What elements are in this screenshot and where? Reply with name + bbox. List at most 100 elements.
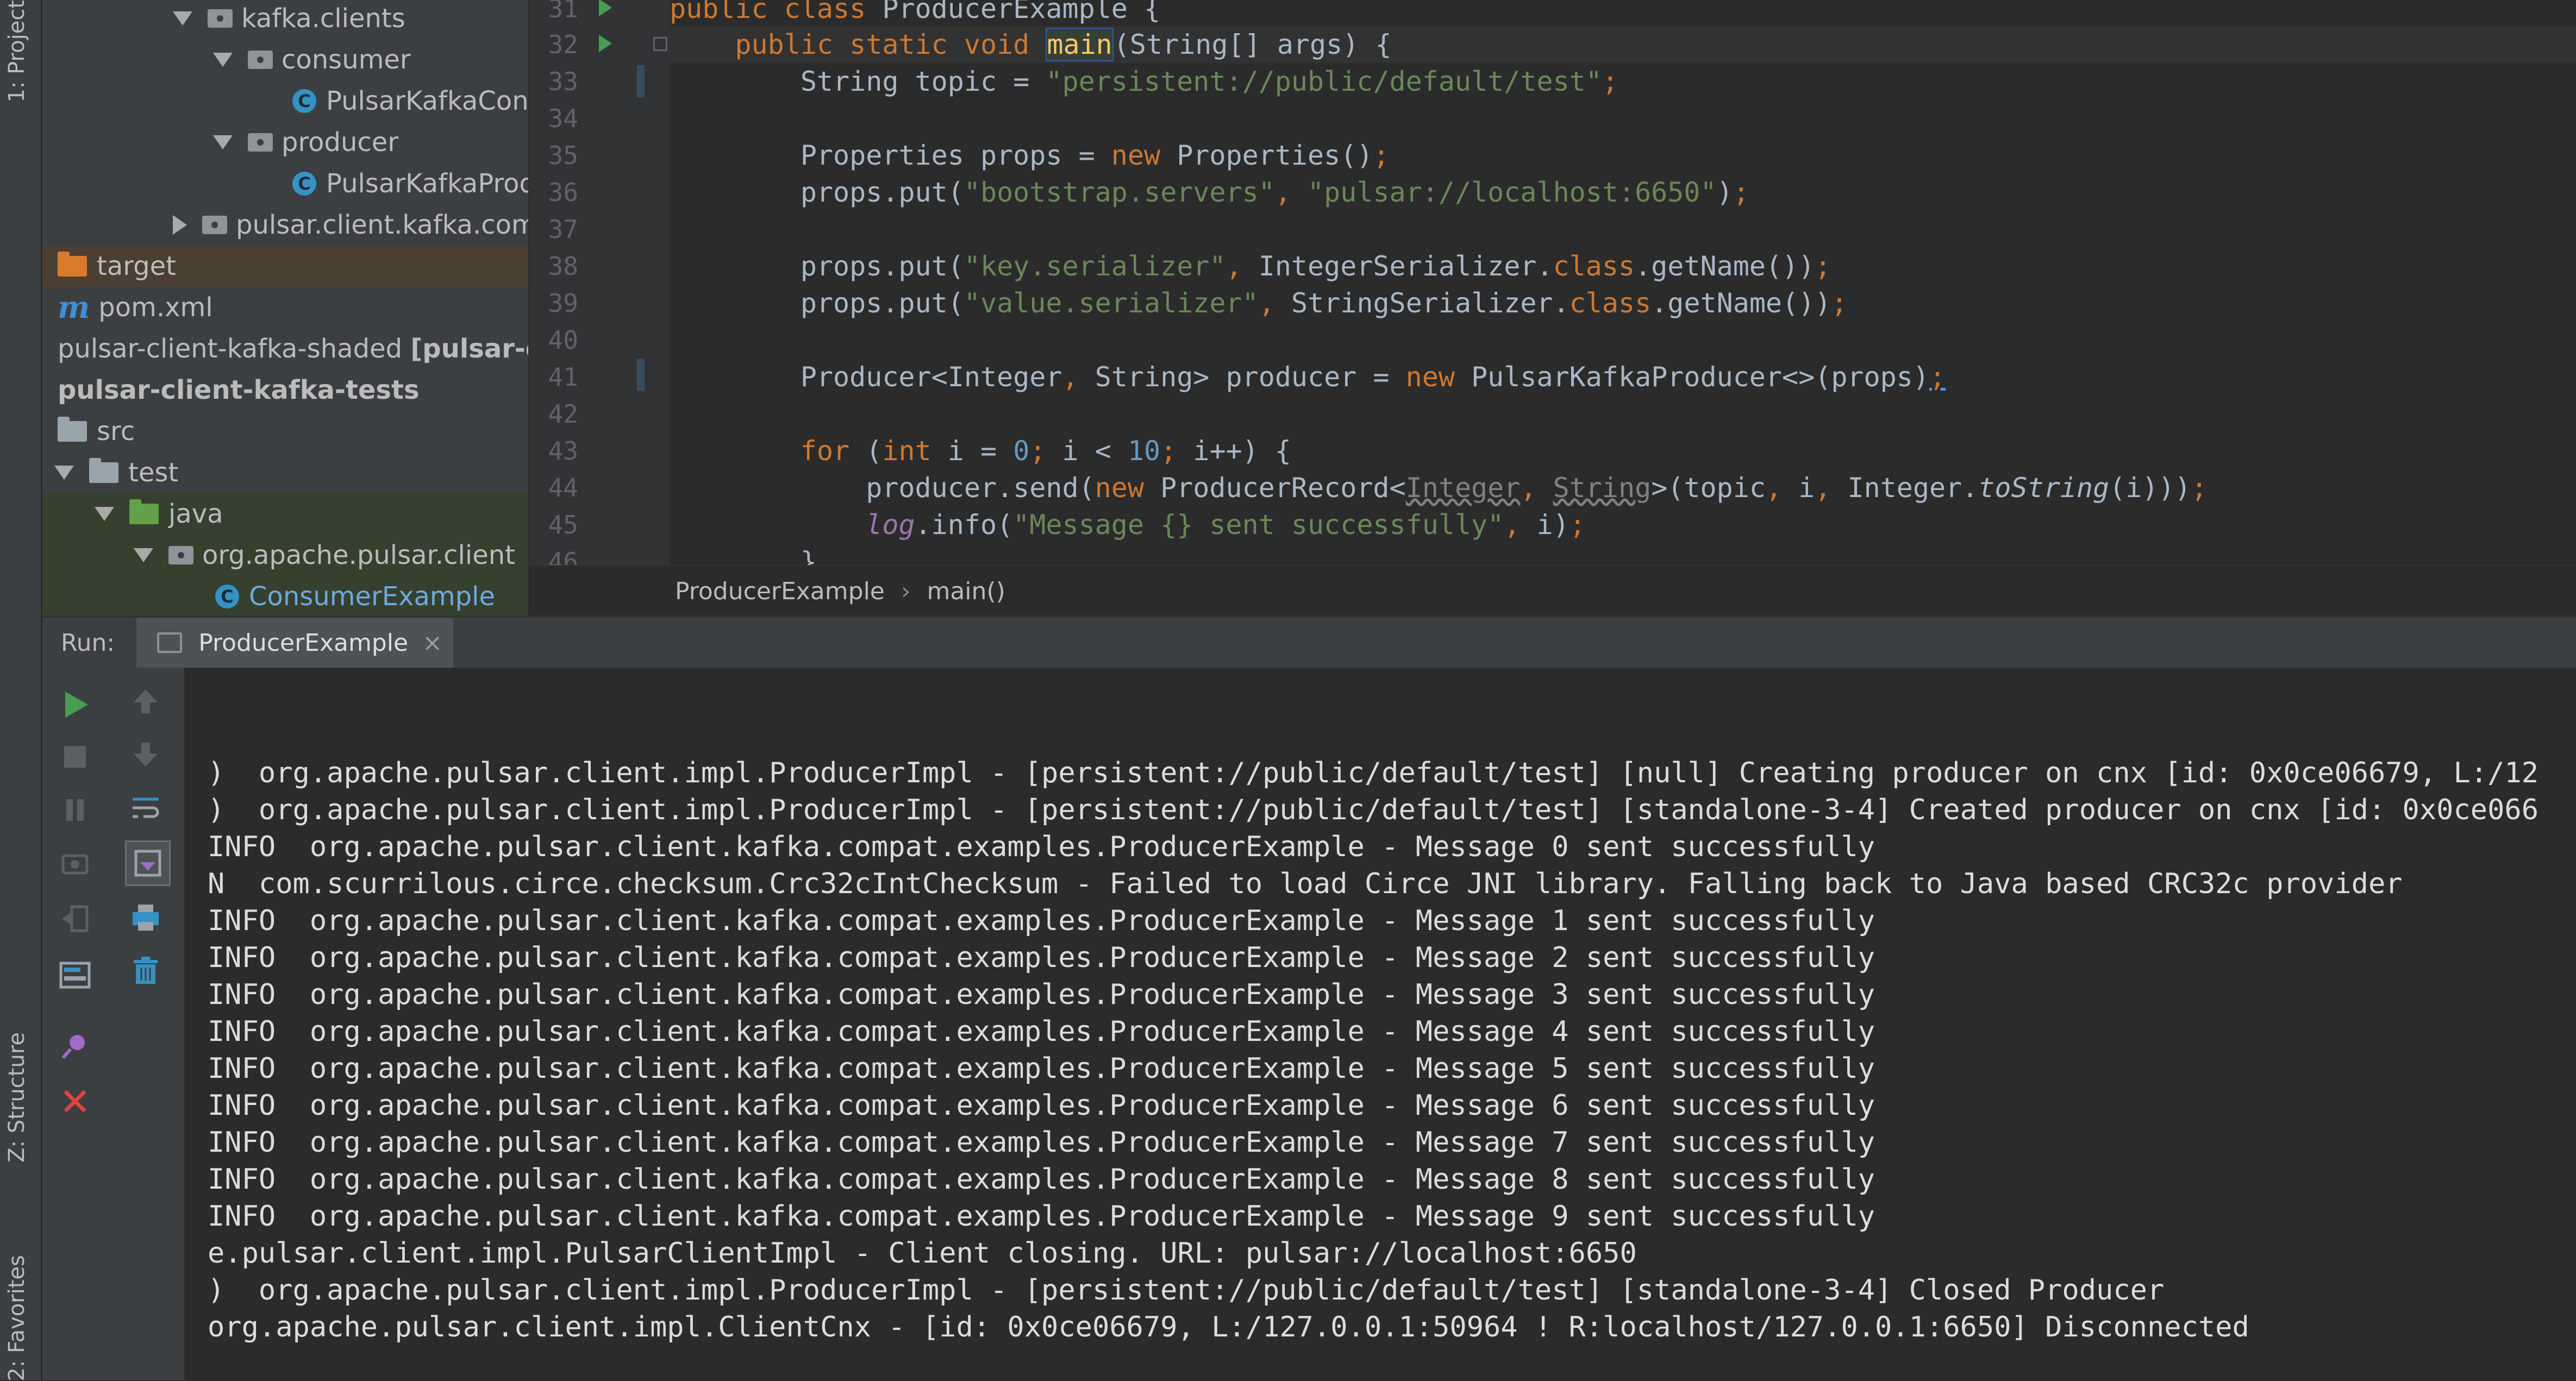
close-icon[interactable] <box>58 1084 92 1119</box>
tree-item-label: java <box>168 499 223 529</box>
log-line: INFO org.apache.pulsar.client.kafka.comp… <box>208 1052 1875 1085</box>
tree-item-label: kafka.clients <box>241 3 405 34</box>
chevron-down-icon[interactable] <box>54 466 74 480</box>
line-number: 44 <box>548 473 578 503</box>
chevron-down-icon[interactable] <box>173 11 192 26</box>
arrow-up-icon[interactable] <box>128 684 163 719</box>
code-line: } <box>670 546 817 565</box>
tree-item-org-apache-pulsar-client[interactable]: org.apache.pulsar.client <box>42 535 528 576</box>
rerun-icon[interactable] <box>58 687 92 722</box>
scroll-to-end-icon[interactable] <box>125 840 171 886</box>
favorites-tool-tab[interactable]: 2: Favorites <box>4 1255 29 1381</box>
run-config-icon <box>157 632 183 653</box>
tree-item-pom-xml[interactable]: m pom.xml <box>42 287 528 328</box>
tree-item-test[interactable]: test <box>42 452 528 493</box>
tree-item-consumer[interactable]: consumer <box>42 39 528 80</box>
layout-icon[interactable] <box>58 958 92 993</box>
run-gutter-icon[interactable] <box>599 0 612 16</box>
code-editor[interactable]: public class ProducerExample { public st… <box>670 0 2576 565</box>
run-tab-producer-example[interactable]: ProducerExample × <box>136 618 453 668</box>
log-line: INFO org.apache.pulsar.client.kafka.comp… <box>208 1126 1875 1159</box>
tree-item-pulsar-kafka-consumer[interactable]: C PulsarKafkaConsumer <box>42 80 528 122</box>
tree-item-label: pulsar-client-kafka-shaded <box>58 334 403 364</box>
tree-item-java[interactable]: java <box>42 493 528 535</box>
tree-item-label: ConsumerExample <box>249 581 495 612</box>
project-tree: kafka.clients consumer C PulsarKafkaCons… <box>42 0 528 616</box>
tree-item-label: PulsarKafkaConsumer <box>326 86 528 116</box>
tree-item-consumer-example[interactable]: C ConsumerExample <box>42 576 528 616</box>
trash-icon[interactable] <box>128 953 163 988</box>
folder-icon <box>58 417 87 442</box>
tree-item-label: PulsarKafkaProducer <box>326 168 528 199</box>
tree-item-producer[interactable]: producer <box>42 122 528 163</box>
class-icon: C <box>215 585 239 608</box>
chevron-down-icon[interactable] <box>213 135 233 149</box>
tree-item-label: target <box>97 251 176 281</box>
folder-icon <box>129 499 159 524</box>
chevron-down-icon[interactable] <box>134 548 153 562</box>
chevron-right-icon[interactable] <box>173 215 187 235</box>
line-number: 37 <box>548 215 578 244</box>
package-icon <box>248 51 273 69</box>
breadcrumb-class[interactable]: ProducerExample <box>675 577 885 605</box>
code-line: public class ProducerExample { <box>670 0 1161 24</box>
exit-icon[interactable] <box>58 901 92 936</box>
structure-tool-tab[interactable]: Z: Structure <box>4 1032 29 1163</box>
project-tool-tab[interactable]: 1: Project <box>4 0 29 103</box>
log-line: ) org.apache.pulsar.client.impl.Producer… <box>208 1274 2165 1307</box>
tree-item-pulsar-kafka-producer[interactable]: C PulsarKafkaProducer <box>42 163 528 204</box>
stop-icon[interactable] <box>58 739 92 774</box>
line-number: 36 <box>548 178 578 207</box>
arrow-down-icon[interactable] <box>128 737 163 772</box>
line-number: 32 <box>548 30 578 59</box>
pin-icon[interactable] <box>58 1028 92 1063</box>
code-line: props.put("bootstrap.servers", "pulsar:/… <box>670 177 1749 208</box>
folder-icon <box>89 458 118 483</box>
log-line: ) org.apache.pulsar.client.impl.Producer… <box>208 757 2539 789</box>
breadcrumb-method[interactable]: main() <box>927 577 1005 605</box>
chevron-down-icon[interactable] <box>95 507 114 521</box>
line-number: 42 <box>548 399 578 429</box>
tree-item-target[interactable]: target <box>42 246 528 287</box>
tree-item-pulsar-client-kafka-tests[interactable]: pulsar-client-kafka-tests <box>42 369 528 411</box>
tree-item-src[interactable]: src <box>42 411 528 452</box>
line-number: 33 <box>548 67 578 96</box>
editor-gutter: 31 32 33 34 35 36 37 38 39 40 41 42 43 4… <box>528 0 671 576</box>
folder-icon <box>58 252 87 277</box>
pause-icon[interactable] <box>58 793 92 827</box>
run-panel-header: Run: ProducerExample × <box>42 616 2576 668</box>
log-line: INFO org.apache.pulsar.client.kafka.comp… <box>208 1200 1875 1233</box>
chevron-down-icon[interactable] <box>213 53 233 67</box>
package-icon <box>248 133 273 152</box>
class-icon: C <box>292 89 316 113</box>
change-marker <box>637 65 645 98</box>
log-line: ) org.apache.pulsar.client.impl.Producer… <box>208 794 2539 826</box>
log-line: INFO org.apache.pulsar.client.kafka.comp… <box>208 1015 1875 1048</box>
soft-wrap-icon[interactable] <box>128 790 163 825</box>
run-gutter-icon[interactable] <box>599 35 612 52</box>
code-line: for (int i = 0; i < 10; i++) { <box>800 435 1292 467</box>
tree-item-pulsar-client-kafka-compat[interactable]: pulsar.client.kafka.compat <box>42 204 528 246</box>
fold-icon[interactable] <box>653 37 667 51</box>
code-line: props.put("key.serializer", IntegerSeria… <box>670 250 1831 282</box>
run-toolbar-secondary <box>107 668 186 1380</box>
line-number: 35 <box>548 141 578 170</box>
close-icon[interactable]: × <box>422 629 442 657</box>
package-icon <box>202 216 227 234</box>
package-icon <box>208 9 233 28</box>
tree-item-kafka-clients[interactable]: kafka.clients <box>42 0 528 39</box>
print-icon[interactable] <box>128 900 163 935</box>
line-number: 43 <box>548 436 578 466</box>
log-line: INFO org.apache.pulsar.client.kafka.comp… <box>208 831 1875 863</box>
run-console-output[interactable]: ) org.apache.pulsar.client.impl.Producer… <box>186 668 2576 1380</box>
dump-threads-icon[interactable] <box>58 847 92 882</box>
tree-item-label: test <box>128 457 179 488</box>
log-line: INFO org.apache.pulsar.client.kafka.comp… <box>208 978 1875 1011</box>
log-line: INFO org.apache.pulsar.client.kafka.comp… <box>208 905 1875 937</box>
line-number: 34 <box>548 104 578 133</box>
tree-item-pulsar-client-kafka-shaded[interactable]: pulsar-client-kafka-shaded [pulsar-clien… <box>42 328 528 369</box>
